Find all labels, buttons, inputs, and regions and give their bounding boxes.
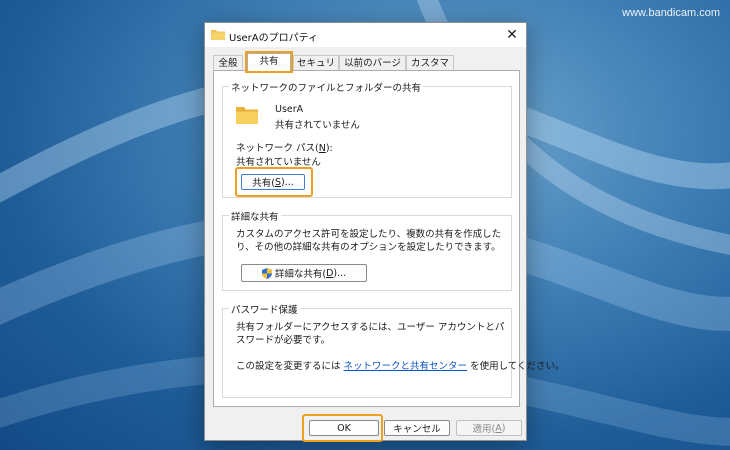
folder-icon: [236, 107, 258, 124]
tab-general[interactable]: 全般: [213, 55, 243, 71]
network-path-value: 共有されていません: [236, 157, 321, 168]
tab-previous-versions[interactable]: 以前のバージョン: [339, 55, 406, 84]
advanced-share-button[interactable]: 詳細な共有(D)...: [241, 264, 367, 282]
network-sharing-center-link[interactable]: ネットワークと共有センター: [344, 361, 468, 372]
tab-strip: 全般 共有 セキュリティ 以前のバージョン カスタマイズ: [213, 51, 518, 84]
properties-dialog: UserAのプロパティ ✕ 全般 共有 セキュリティ 以前のバージョン カスタマ…: [204, 22, 565, 442]
folder-name: UserA: [275, 104, 304, 115]
shield-icon: [261, 267, 272, 279]
apply-button[interactable]: 適用(A): [456, 420, 522, 436]
password-protection-group: パスワード保護 共有フォルダーにアクセスするには、ユーザー アカウントとパスワー…: [222, 302, 565, 398]
sharing-tab-panel: ネットワークのファイルとフォルダーの共有 UserA 共有されていません ネット…: [213, 70, 565, 407]
folder-share-status: 共有されていません: [275, 120, 360, 131]
ok-button[interactable]: OK: [309, 420, 379, 436]
tab-sharing[interactable]: 共有: [245, 51, 293, 73]
network-share-legend: ネットワークのファイルとフォルダーの共有: [229, 80, 424, 94]
cancel-button[interactable]: キャンセル: [384, 420, 450, 436]
advanced-share-legend: 詳細な共有: [229, 209, 281, 223]
tab-customize[interactable]: カスタマイズ: [406, 55, 454, 84]
share-button[interactable]: 共有(S)...: [241, 174, 305, 190]
advanced-share-description: カスタムのアクセス許可を設定したり、複数の共有を作成したり、その他の詳細な共有の…: [236, 229, 502, 253]
title-bar[interactable]: UserAのプロパティ ✕: [205, 23, 526, 47]
folder-icon: [211, 30, 225, 40]
dialog-title: UserAのプロパティ: [229, 33, 319, 44]
watermark: www.bandicam.com: [622, 7, 720, 19]
network-share-group: ネットワークのファイルとフォルダーの共有 UserA 共有されていません ネット…: [222, 80, 512, 198]
tab-security[interactable]: セキュリティ: [293, 55, 339, 84]
password-change-line: この設定を変更するには ネットワークと共有センター を使用してください。: [236, 361, 565, 372]
close-icon: ✕: [506, 27, 518, 43]
password-protection-legend: パスワード保護: [229, 302, 300, 316]
close-button[interactable]: ✕: [498, 23, 526, 47]
network-path-label: ネットワーク パス(N):: [236, 143, 333, 154]
password-description: 共有フォルダーにアクセスするには、ユーザー アカウントとパスワードが必要です。: [236, 322, 505, 346]
advanced-share-group: 詳細な共有 カスタムのアクセス許可を設定したり、複数の共有を作成したり、その他の…: [222, 209, 512, 291]
